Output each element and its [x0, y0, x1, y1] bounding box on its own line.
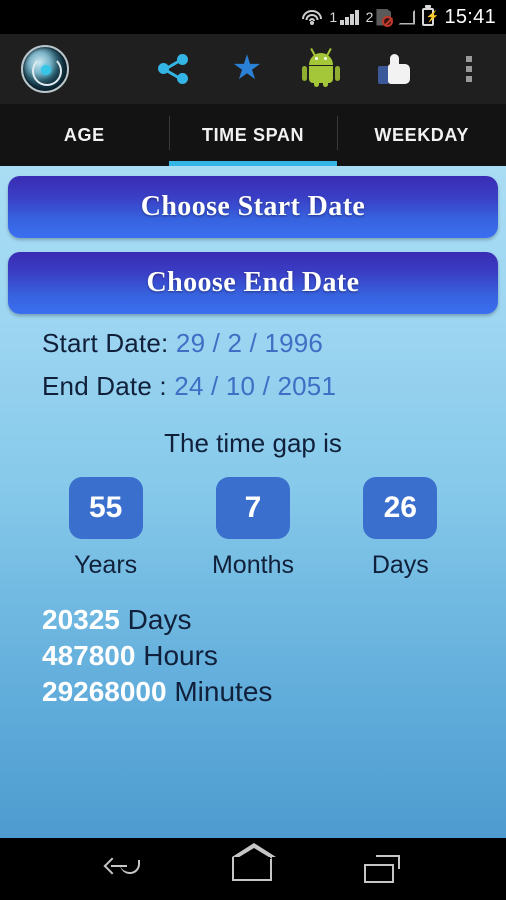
total-minutes-unit: Minutes	[174, 676, 273, 707]
gap-months-value: 7	[215, 477, 290, 539]
status-bar: 1 2 ⚡ 15:41	[0, 0, 506, 34]
app-logo-button[interactable]	[0, 45, 90, 93]
total-days-row: 20325 Days	[42, 604, 498, 636]
end-date-row: End Date : 24 / 10 / 2051	[42, 371, 498, 402]
app-logo-icon	[21, 45, 69, 93]
like-button[interactable]	[358, 34, 432, 104]
tab-bar: AGE TIME SPAN WEEKDAY	[0, 104, 506, 166]
end-date-label: End Date :	[42, 371, 167, 401]
total-days-number: 20325	[42, 604, 120, 635]
end-date-value: 24 / 10 / 2051	[174, 371, 337, 401]
share-button[interactable]	[136, 34, 210, 104]
total-hours-number: 487800	[42, 640, 136, 671]
signal-bars-icon	[340, 9, 359, 25]
start-date-value: 29 / 2 / 1996	[175, 328, 324, 358]
sim2-label: 2	[365, 9, 374, 25]
sim2-status: 2	[365, 8, 394, 27]
choose-start-date-button[interactable]: Choose Start Date	[8, 176, 498, 238]
wifi-icon	[302, 9, 323, 25]
sim1-status: 1	[329, 9, 359, 25]
tab-weekday-label: WEEKDAY	[374, 124, 469, 145]
recent-apps-icon[interactable]	[364, 855, 400, 883]
gap-title: The time gap is	[164, 428, 342, 458]
rate-button[interactable]: ★	[210, 34, 284, 104]
battery-charging-icon: ⚡	[422, 8, 440, 26]
gap-days-label: Days	[371, 551, 429, 579]
sim1-label: 1	[329, 9, 338, 25]
status-bar-clock: 15:41	[444, 5, 496, 28]
gap-boxes: 55 Years 7 Months 26 Days	[8, 477, 498, 580]
overflow-menu-icon	[466, 56, 472, 82]
home-icon[interactable]	[232, 843, 276, 881]
tab-time-span[interactable]: TIME SPAN	[168, 104, 338, 166]
choose-end-date-button[interactable]: Choose End Date	[8, 252, 498, 314]
android-robot-icon	[302, 47, 340, 87]
navigation-bar	[0, 838, 506, 900]
overflow-menu-button[interactable]	[432, 34, 506, 104]
phone-screen: 1 2 ⚡ 15:41 ★ AGE TIME SPAN WEEKDAY Choo…	[0, 0, 506, 900]
gap-years-label: Years	[74, 551, 138, 579]
thumbs-up-icon	[378, 54, 412, 84]
total-hours-unit: Hours	[143, 640, 218, 671]
tab-time-span-label: TIME SPAN	[201, 124, 305, 145]
sim-disabled-icon	[376, 8, 394, 27]
total-minutes-row: 29268000 Minutes	[42, 676, 498, 708]
total-hours-row: 487800 Hours	[42, 640, 498, 672]
no-signal-icon	[398, 9, 416, 25]
wifi-status	[302, 9, 323, 25]
tab-age[interactable]: AGE	[0, 104, 169, 166]
gap-box-days: 26 Days	[363, 477, 438, 580]
time-span-panel: Choose Start Date Choose End Date Start …	[0, 166, 506, 838]
tab-weekday[interactable]: WEEKDAY	[337, 104, 506, 166]
start-date-label: Start Date:	[42, 328, 169, 358]
action-bar: ★	[0, 34, 506, 104]
total-minutes-number: 29268000	[42, 676, 167, 707]
start-date-row: Start Date: 29 / 2 / 1996	[42, 328, 498, 359]
gap-box-years: 55 Years	[68, 477, 143, 580]
charging-bolt-glyph: ⚡	[425, 11, 440, 23]
total-days-unit: Days	[127, 604, 192, 635]
gap-box-months: 7 Months	[212, 477, 294, 580]
gap-months-label: Months	[211, 551, 294, 579]
gap-days-value: 26	[363, 477, 438, 539]
share-icon	[158, 54, 188, 84]
tab-age-label: AGE	[63, 124, 105, 145]
gap-years-value: 55	[68, 477, 143, 539]
back-icon[interactable]	[103, 856, 140, 882]
more-apps-button[interactable]	[284, 34, 358, 104]
star-icon: ★	[231, 49, 263, 87]
totals-list: 20325 Days 487800 Hours 29268000 Minutes	[42, 604, 498, 708]
